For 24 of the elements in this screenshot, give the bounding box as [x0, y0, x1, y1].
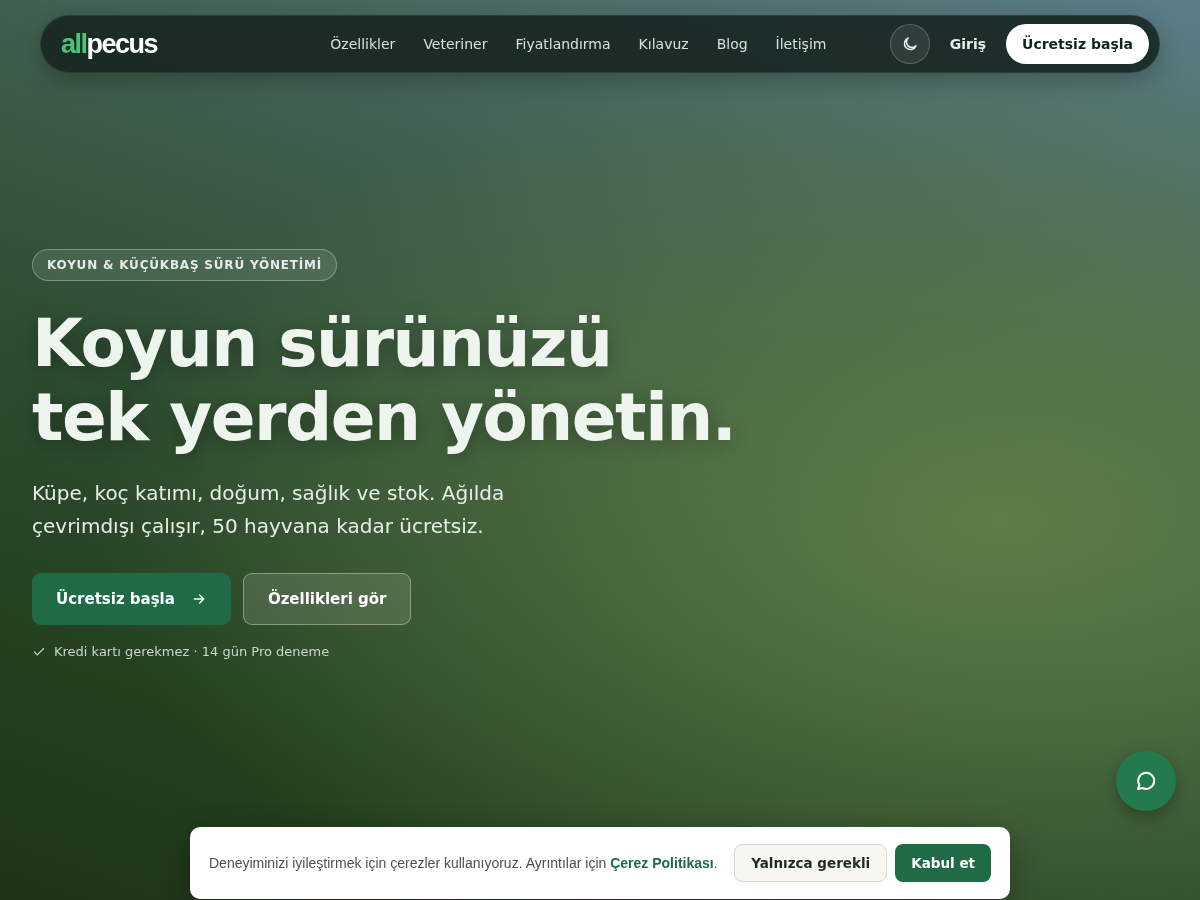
start-free-button[interactable]: Ücretsiz başla — [1006, 24, 1149, 64]
hero-badge: KOYUN & KÜÇÜKBAŞ SÜRÜ YÖNETİMİ — [32, 249, 338, 281]
start-free-button[interactable]: Ücretsiz başla — [32, 573, 231, 625]
nav-link[interactable]: Veteriner — [423, 36, 488, 52]
cookie-message: Deneyiminizi iyileştirmek için çerezler kullanıyoruz. Ayrıntılar için Çerez Politikası. — [209, 855, 718, 871]
logo[interactable]: allpecus — [61, 28, 158, 60]
necessary-only-button[interactable]: Yalnızca gerekli — [734, 844, 888, 882]
view-features-button[interactable]: Özellikleri gör — [242, 573, 412, 625]
theme-toggle-button[interactable] — [889, 24, 930, 64]
nav-link[interactable]: Fiyatlandırma — [515, 36, 611, 52]
hero-title: tek yerden yönetin. — [32, 381, 736, 455]
accept-button[interactable]: Kabul et — [895, 844, 991, 882]
hero-note: Kredi kartı gerekmez · 14 gün Pro deneme — [54, 644, 330, 659]
nav-link[interactable]: Blog — [716, 36, 748, 52]
nav-link[interactable]: Kılavuz — [638, 36, 689, 52]
chat-button[interactable] — [1116, 751, 1176, 811]
nav-link[interactable]: İletişim — [775, 36, 827, 52]
nav-link[interactable]: Özellikler — [330, 36, 396, 52]
login-link[interactable]: Giriş — [949, 36, 987, 52]
hero-subtitle: Küpe, koç katımı, doğum, sağlık ve stok. Ağılda — [32, 480, 505, 507]
hero-title: Koyun sürünüzü — [32, 307, 612, 381]
chat-bubble-icon — [1134, 769, 1158, 793]
cookie-policy-link[interactable]: Çerez Politikası — [610, 855, 714, 871]
hero-subtitle: çevrimdışı çalışır, 50 hayvana kadar ücretsiz. — [32, 513, 484, 540]
